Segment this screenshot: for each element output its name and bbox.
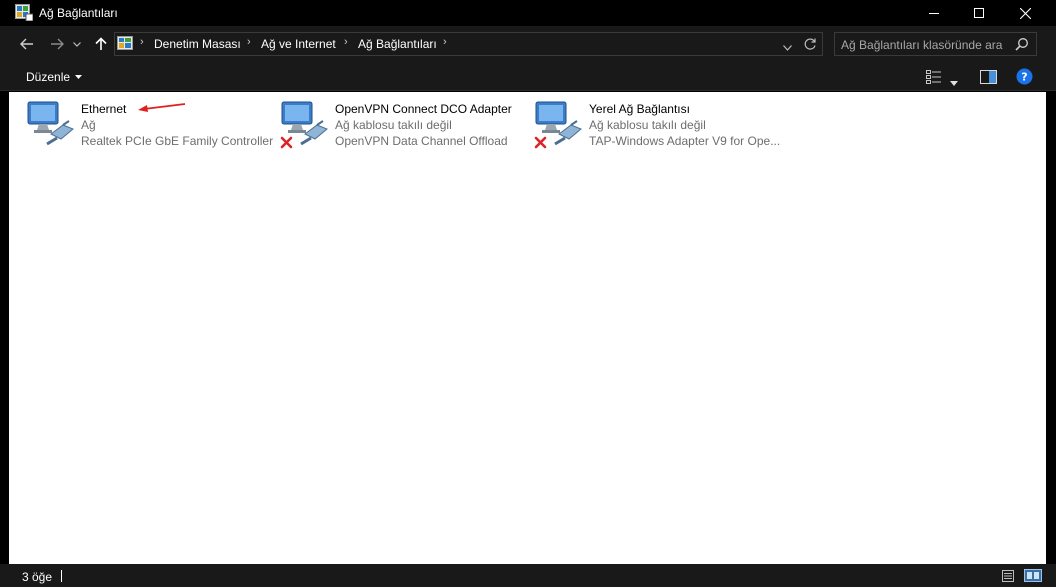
search-icon [1015, 38, 1028, 51]
breadcrumb-network-connections[interactable]: Ağ Bağlantıları [358, 37, 437, 51]
refresh-icon [804, 38, 816, 50]
close-icon [1019, 7, 1031, 19]
arrow-right-icon [51, 38, 64, 50]
svg-text:?: ? [1021, 71, 1027, 84]
maximize-button[interactable] [956, 0, 1002, 26]
back-button[interactable] [16, 34, 38, 54]
file-list-view[interactable]: Ethernet Ağ Realtek PCIe GbE Family Cont… [9, 92, 1046, 564]
connection-device: TAP-Windows Adapter V9 for Ope... [589, 134, 781, 148]
connection-status: Ağ kablosu takılı değil [589, 118, 706, 132]
preview-pane-icon [980, 70, 997, 84]
minimize-icon [929, 13, 939, 14]
organize-button[interactable]: Düzenle [26, 70, 83, 84]
large-icons-view-button[interactable] [1024, 569, 1042, 585]
connection-device: Realtek PCIe GbE Family Controller [81, 134, 274, 148]
large-icons-view-icon [1024, 569, 1042, 582]
chevron-down-icon [783, 45, 792, 51]
caret-down-icon [950, 81, 958, 86]
red-arrow-annotation-icon [138, 103, 186, 112]
organize-label: Düzenle [26, 70, 71, 84]
maximize-icon [974, 8, 984, 18]
command-bar: Düzenle ? [0, 64, 1056, 91]
item-count: 3 öğe [22, 570, 53, 584]
change-view-button[interactable] [926, 70, 942, 87]
view-options-dropdown[interactable] [950, 75, 958, 89]
connection-name: Ethernet [81, 102, 127, 116]
search-box[interactable] [834, 32, 1037, 56]
title-bar: Ağ Bağlantıları [0, 0, 1056, 26]
connection-status: Ağ kablosu takılı değil [335, 118, 452, 132]
breadcrumb-separator-icon[interactable]: › [443, 36, 447, 48]
search-button[interactable] [1015, 37, 1029, 54]
address-dropdown-button[interactable] [783, 40, 792, 54]
status-bar: 3 öğe [0, 564, 1056, 587]
network-adapter-icon [27, 101, 74, 146]
connection-item-openvpn[interactable]: OpenVPN Connect DCO Adapter Ağ kablosu t… [273, 98, 523, 150]
breadcrumb-network-internet[interactable]: Ağ ve Internet [261, 37, 336, 51]
connection-status: Ağ [81, 118, 96, 132]
chevron-down-icon [73, 41, 81, 47]
refresh-button[interactable] [803, 37, 817, 54]
connection-name: OpenVPN Connect DCO Adapter [335, 102, 512, 116]
minimize-button[interactable] [911, 0, 957, 26]
search-input[interactable] [841, 37, 1009, 53]
arrow-up-icon [95, 37, 107, 50]
forward-button[interactable] [46, 34, 68, 54]
network-connections-icon [15, 4, 33, 21]
disconnected-x-icon [280, 136, 293, 149]
recent-locations-button[interactable] [70, 34, 84, 54]
close-button[interactable] [1002, 0, 1048, 26]
help-button[interactable]: ? [1016, 68, 1033, 88]
disconnected-x-icon [534, 136, 547, 149]
help-icon: ? [1016, 68, 1033, 85]
breadcrumb-separator-icon[interactable]: › [247, 36, 251, 48]
view-details-icon [926, 70, 941, 84]
connection-name: Yerel Ağ Bağlantısı [589, 102, 690, 116]
caret-down-icon [75, 75, 83, 79]
breadcrumb-control-panel[interactable]: Denetim Masası [154, 37, 241, 51]
address-bar[interactable]: › Denetim Masası › Ağ ve Internet › Ağ B… [114, 32, 823, 56]
status-divider [61, 570, 62, 582]
up-button[interactable] [90, 34, 112, 54]
arrow-left-icon [20, 38, 33, 50]
details-view-icon [1002, 570, 1014, 582]
breadcrumb-separator-icon: › [140, 36, 144, 48]
details-view-button[interactable] [1002, 570, 1014, 585]
window-title: Ağ Bağlantıları [39, 6, 118, 20]
preview-pane-button[interactable] [980, 70, 997, 87]
control-panel-icon [117, 36, 133, 50]
breadcrumb-separator-icon[interactable]: › [344, 36, 348, 48]
connection-device: OpenVPN Data Channel Offload [335, 134, 508, 148]
connection-item-local-area[interactable]: Yerel Ağ Bağlantısı Ağ kablosu takılı de… [527, 98, 781, 150]
